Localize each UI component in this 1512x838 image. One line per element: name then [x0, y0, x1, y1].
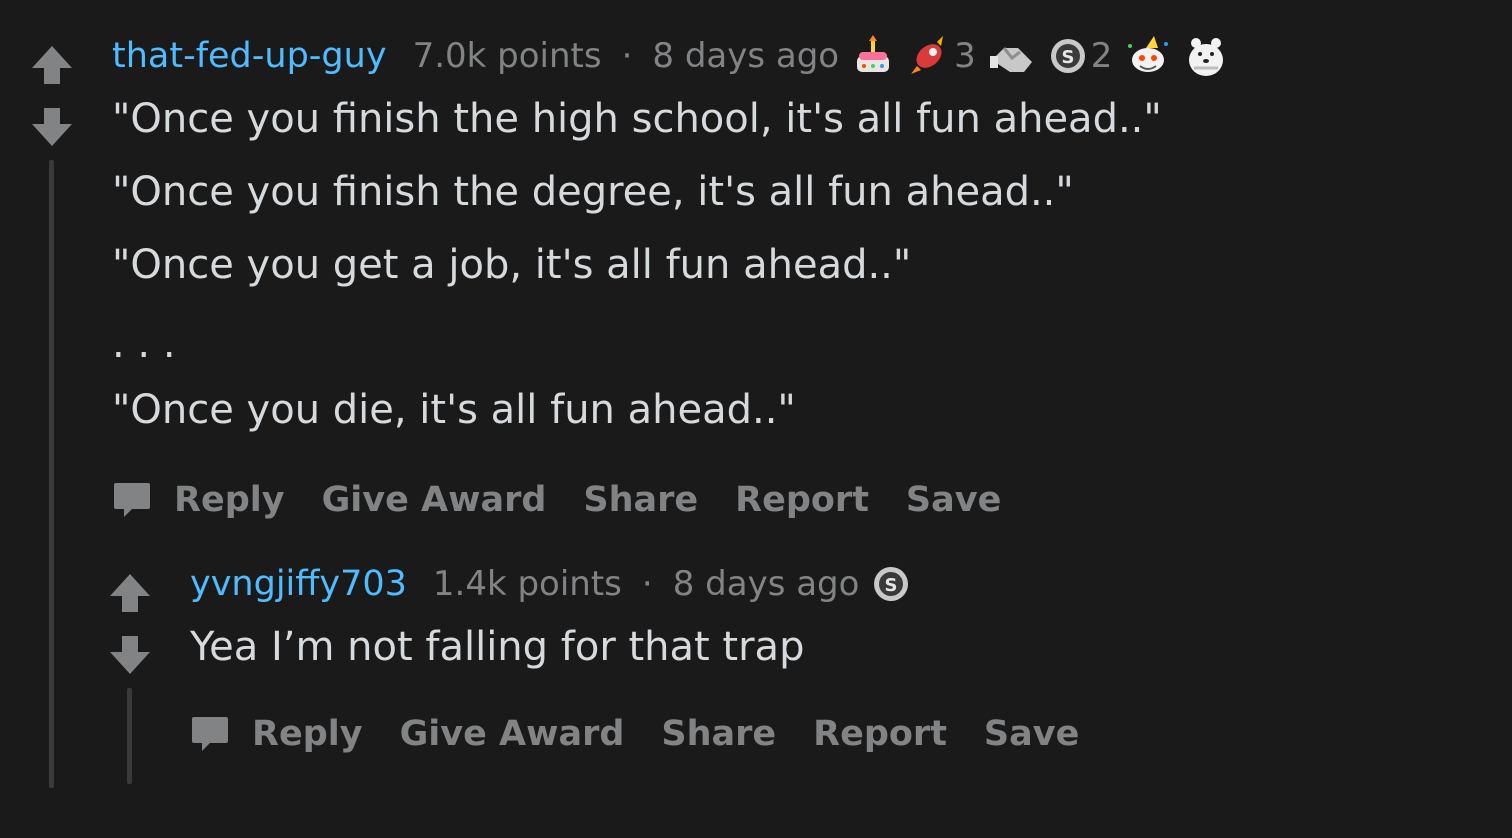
award-snoo-party[interactable] — [1124, 34, 1172, 78]
vote-column — [30, 44, 74, 148]
comment-meta: yvngjiffy703 1.4k points · 8 days ago S — [190, 561, 923, 607]
username-link[interactable]: yvngjiffy703 — [190, 564, 407, 604]
comment-actions: Reply Give Award Share Report Save — [112, 476, 1038, 524]
silver-award-icon: S — [874, 567, 909, 601]
snoo-party-award-icon — [1128, 36, 1169, 72]
reply-label: Reply — [252, 714, 363, 754]
comment-body-line: "Once you get a job, it's all fun ahead.… — [112, 242, 912, 288]
cake-award-icon — [857, 35, 890, 72]
downvote-icon[interactable] — [108, 634, 152, 676]
save-button[interactable]: Save — [984, 714, 1079, 754]
comment-body-line: . . . — [112, 321, 176, 367]
reply-label: Reply — [174, 480, 285, 520]
award-silver[interactable]: S — [871, 562, 911, 606]
comment-body-line: "Once you die, it's all fun ahead.." — [112, 387, 796, 433]
svg-text:S: S — [1061, 47, 1074, 68]
username-link[interactable]: that-fed-up-guy — [112, 36, 387, 76]
upvote-icon[interactable] — [108, 572, 152, 614]
award-hand-shake[interactable] — [988, 34, 1036, 78]
give-award-button[interactable]: Give Award — [322, 480, 547, 520]
award-polar-bear[interactable] — [1184, 34, 1228, 78]
reply-button[interactable]: Reply — [112, 479, 285, 521]
rocket-like-award-icon — [911, 36, 944, 74]
vote-column — [108, 572, 152, 676]
upvote-icon[interactable] — [30, 44, 74, 86]
points-count: 1.4k points — [432, 564, 622, 604]
award-cake[interactable] — [851, 34, 895, 78]
comment-age[interactable]: 8 days ago — [652, 36, 839, 76]
downvote-icon[interactable] — [30, 106, 74, 148]
meta-separator: · — [641, 564, 653, 604]
polar-bear-award-icon — [1189, 38, 1224, 76]
share-button[interactable]: Share — [661, 714, 776, 754]
report-button[interactable]: Report — [813, 714, 947, 754]
hand-shake-award-icon — [989, 47, 1032, 72]
report-button[interactable]: Report — [735, 480, 869, 520]
points-count: 7.0k points — [412, 36, 602, 76]
awards-list[interactable]: S — [871, 562, 923, 606]
award-count: 3 — [954, 36, 976, 76]
comment-meta: that-fed-up-guy 7.0k points · 8 days ago — [112, 33, 1240, 79]
award-silver[interactable]: S 2 — [1048, 34, 1113, 78]
reply-bubble-icon — [192, 717, 228, 751]
thread-collapse-line[interactable] — [127, 688, 132, 784]
reply-bubble-icon — [114, 483, 150, 517]
thread-collapse-line[interactable] — [49, 160, 54, 788]
meta-separator: · — [621, 36, 633, 76]
svg-text:S: S — [885, 575, 898, 596]
comment-body-line: Yea I’m not falling for that trap — [190, 624, 805, 670]
give-award-button[interactable]: Give Award — [400, 714, 625, 754]
share-button[interactable]: Share — [583, 480, 698, 520]
save-button[interactable]: Save — [906, 480, 1001, 520]
award-rocket-like[interactable]: 3 — [907, 34, 976, 78]
comment-age[interactable]: 8 days ago — [673, 564, 860, 604]
silver-award-icon: S — [1050, 39, 1085, 73]
awards-list[interactable]: 3 S 2 — [851, 34, 1240, 78]
reply-button[interactable]: Reply — [190, 713, 363, 755]
award-count: 2 — [1090, 36, 1113, 76]
comment-actions: Reply Give Award Share Report Save — [190, 710, 1116, 758]
comment-body-line: "Once you finish the high school, it's a… — [112, 96, 1162, 142]
comment-body-line: "Once you finish the degree, it's all fu… — [112, 169, 1074, 215]
